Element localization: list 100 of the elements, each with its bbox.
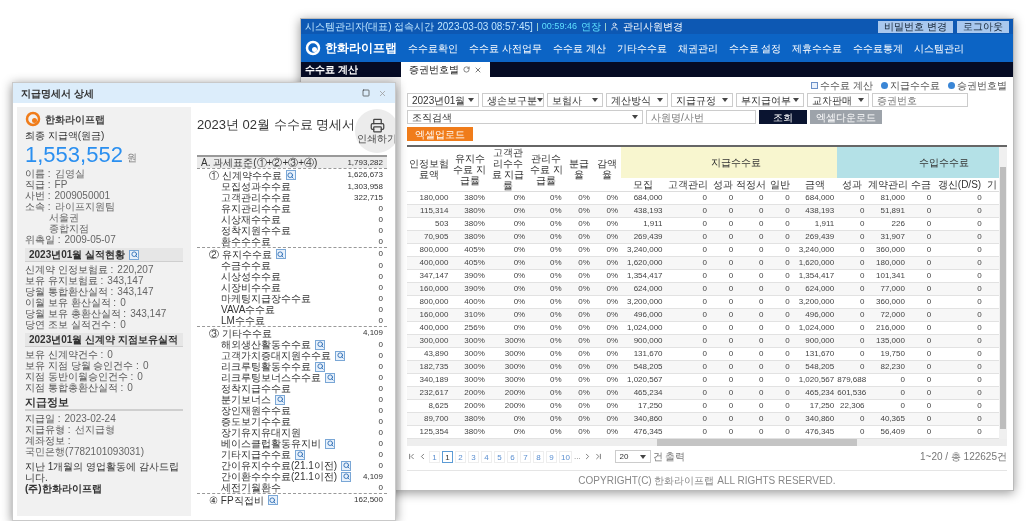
table-cell: 0 — [860, 219, 865, 228]
item-label: 간이유지수수료(21.1이전) — [221, 460, 338, 471]
switch-user-link[interactable]: 관리사원변경 — [622, 19, 683, 34]
window-title: 지급명세서 상세 — [21, 86, 94, 101]
select-field[interactable]: 2023년01월 — [407, 93, 479, 107]
page-button[interactable]: 7 — [520, 450, 531, 463]
table-cell: 51,891 — [880, 206, 905, 215]
header-button[interactable]: 로그아웃 — [957, 20, 1009, 33]
page-button[interactable]: 9 — [546, 450, 557, 463]
table-cell: 0 — [702, 206, 707, 215]
table-cell: 380% — [464, 232, 485, 241]
select-field[interactable]: 부지급여부 — [736, 93, 804, 107]
last-page-icon[interactable] — [593, 452, 603, 461]
field-label: 계좌정보 : — [25, 435, 71, 446]
table-cell: 0 — [926, 362, 932, 371]
previous-page-icon[interactable] — [418, 452, 427, 461]
table-cell: 400,000 — [419, 258, 449, 267]
table-cell: 101,341 — [876, 271, 905, 280]
menu-item[interactable]: 채권관리 — [677, 40, 718, 56]
table-cell: 0% — [606, 336, 619, 345]
header-button[interactable]: 비밀번호 변경 — [878, 20, 953, 33]
search-button[interactable]: 조회 — [759, 110, 807, 124]
table-cell: 216,000 — [876, 323, 905, 332]
first-page-icon[interactable] — [407, 452, 416, 461]
item-value: 0 — [378, 481, 383, 494]
table-cell: 182,735 — [419, 362, 449, 371]
close-icon[interactable] — [474, 65, 482, 74]
table-cell: 0 — [702, 427, 707, 436]
search-icon[interactable] — [315, 361, 325, 372]
item-value: 0 — [378, 371, 383, 384]
item-label: ① 신계약수수료 — [209, 169, 282, 181]
select-field[interactable]: 보험사 — [547, 93, 603, 107]
table-cell: 400,000 — [419, 323, 449, 332]
page-button[interactable]: 1 — [442, 450, 453, 463]
table-cell: 1,020,567 — [798, 375, 835, 384]
select-field[interactable]: 조직검색 — [407, 110, 643, 124]
tab[interactable]: 증권번호별 — [401, 62, 490, 77]
table-cell: 380% — [464, 414, 485, 423]
search-icon[interactable] — [285, 170, 296, 180]
search-icon[interactable] — [275, 249, 286, 259]
menu-item[interactable]: 수수료통계 — [853, 40, 904, 56]
table-cell: 380% — [464, 193, 485, 202]
page-button[interactable]: 5 — [494, 450, 505, 463]
search-icon[interactable] — [129, 249, 140, 260]
search-icon[interactable] — [325, 438, 335, 449]
page-button[interactable]: 1 — [429, 450, 440, 463]
input-field[interactable]: 사원명/사번 — [646, 110, 756, 124]
caret-icon — [657, 98, 663, 102]
maximize-icon[interactable] — [362, 89, 370, 97]
search-icon[interactable] — [325, 372, 335, 383]
table-cell: 0% — [550, 206, 562, 215]
table-cell: 0 — [860, 362, 865, 371]
table-cell: 0 — [977, 427, 982, 436]
menu-item[interactable]: 시스템관리 — [914, 40, 965, 56]
table-cell: 70,905 — [423, 232, 449, 241]
page-button[interactable]: 4 — [481, 450, 492, 463]
close-icon[interactable] — [378, 88, 387, 98]
refresh-icon[interactable] — [463, 66, 470, 73]
input-field[interactable]: 증권번호 — [872, 93, 968, 107]
search-icon[interactable] — [315, 339, 325, 350]
item-value: 0 — [378, 292, 383, 305]
column-header: 계약관리 — [867, 177, 908, 192]
page-button[interactable]: 8 — [533, 450, 544, 463]
extend-link[interactable]: 연장 — [580, 19, 601, 34]
search-icon[interactable] — [295, 449, 305, 460]
menu-item[interactable]: 기타수수료 — [616, 40, 667, 56]
menu-item[interactable]: 제휴수수료 — [792, 40, 843, 56]
search-icon[interactable] — [341, 471, 352, 482]
table-cell: 0% — [513, 284, 526, 293]
menu-item[interactable]: 수수료확인 — [408, 40, 458, 56]
table-cell: 0 — [728, 401, 734, 410]
select-field[interactable]: 계산방식 — [606, 93, 668, 107]
item-label: 시상재수수료 — [221, 214, 281, 225]
table-cell: 684,000 — [805, 193, 835, 202]
select-field[interactable]: 지급규정 — [671, 93, 733, 107]
menu-item[interactable]: 수수료 설정 — [728, 40, 782, 56]
page-button[interactable]: 6 — [507, 450, 518, 463]
table-cell: 496,000 — [633, 310, 663, 319]
table-cell: 0 — [926, 297, 932, 306]
page-button[interactable]: 10 — [559, 450, 572, 463]
page-size-select[interactable]: 20 — [614, 450, 651, 463]
table-cell: 0 — [702, 193, 707, 202]
search-icon[interactable] — [341, 460, 352, 471]
table-cell: 0 — [977, 297, 982, 306]
menu-item[interactable]: 수수료 계산 — [552, 40, 606, 56]
table-cell: 0% — [550, 219, 562, 228]
search-icon[interactable] — [267, 495, 278, 505]
menu-item[interactable]: 수수료 사전업무 — [469, 40, 542, 56]
field-value: 0 — [142, 360, 149, 371]
search-icon[interactable] — [335, 350, 345, 361]
page-ellipsis: ... — [573, 450, 581, 463]
page-button[interactable]: 2 — [455, 450, 466, 463]
search-icon[interactable] — [275, 394, 285, 405]
select-field[interactable]: 교차판매 — [807, 93, 869, 107]
select-field[interactable]: 생손보구분 — [482, 93, 544, 107]
page-button[interactable]: 3 — [468, 450, 479, 463]
column-header: 성과 — [710, 177, 737, 192]
print-button[interactable]: 인쇄하기 — [355, 109, 395, 153]
table-cell: 200% — [504, 388, 526, 397]
table-cell: 269,439 — [633, 232, 663, 241]
